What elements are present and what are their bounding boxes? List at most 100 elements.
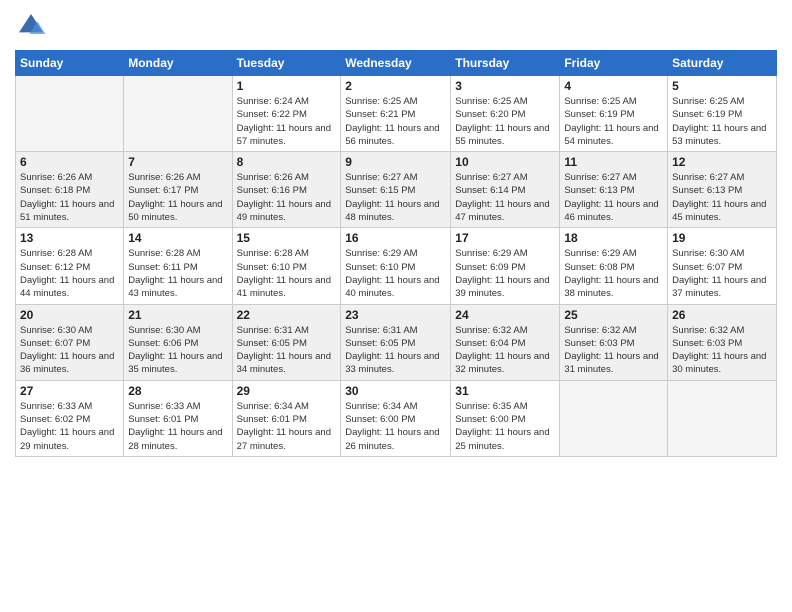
calendar-day: 4 Sunrise: 6:25 AMSunset: 6:19 PMDaylight… [560,76,668,152]
day-number: 26 [672,308,772,322]
day-info: Sunrise: 6:30 AMSunset: 6:07 PMDaylight:… [672,247,772,300]
calendar-day: 1 Sunrise: 6:24 AMSunset: 6:22 PMDaylight… [232,76,341,152]
calendar-day: 26 Sunrise: 6:32 AMSunset: 6:03 PMDayligh… [668,304,777,380]
day-number: 24 [455,308,555,322]
calendar-header-saturday: Saturday [668,51,777,76]
calendar-day: 20 Sunrise: 6:30 AMSunset: 6:07 PMDayligh… [16,304,124,380]
calendar-day: 13 Sunrise: 6:28 AMSunset: 6:12 PMDayligh… [16,228,124,304]
calendar-header-wednesday: Wednesday [341,51,451,76]
day-info: Sunrise: 6:28 AMSunset: 6:12 PMDaylight:… [20,247,119,300]
calendar-day: 11Sunrise: 6:27 AMSunset: 6:13 PMDayligh… [560,152,668,228]
day-info: Sunrise: 6:25 AMSunset: 6:21 PMDaylight:… [345,95,446,148]
calendar-day: 7 Sunrise: 6:26 AMSunset: 6:17 PMDaylight… [124,152,232,228]
logo-icon [15,10,47,42]
day-info: Sunrise: 6:24 AMSunset: 6:22 PMDaylight:… [237,95,337,148]
day-info: Sunrise: 6:27 AMSunset: 6:15 PMDaylight:… [345,171,446,224]
day-info: Sunrise: 6:25 AMSunset: 6:20 PMDaylight:… [455,95,555,148]
calendar-day: 5 Sunrise: 6:25 AMSunset: 6:19 PMDaylight… [668,76,777,152]
calendar-day [16,76,124,152]
day-info: Sunrise: 6:27 AMSunset: 6:14 PMDaylight:… [455,171,555,224]
calendar-day [560,380,668,456]
day-number: 13 [20,231,119,245]
day-number: 15 [237,231,337,245]
calendar-day: 9 Sunrise: 6:27 AMSunset: 6:15 PMDaylight… [341,152,451,228]
calendar-day: 21Sunrise: 6:30 AMSunset: 6:06 PMDayligh… [124,304,232,380]
calendar-day: 12 Sunrise: 6:27 AMSunset: 6:13 PMDayligh… [668,152,777,228]
day-info: Sunrise: 6:28 AMSunset: 6:10 PMDaylight:… [237,247,337,300]
day-number: 20 [20,308,119,322]
day-info: Sunrise: 6:32 AMSunset: 6:03 PMDaylight:… [672,324,772,377]
calendar-day: 25 Sunrise: 6:32 AMSunset: 6:03 PMDayligh… [560,304,668,380]
day-info: Sunrise: 6:27 AMSunset: 6:13 PMDaylight:… [672,171,772,224]
day-number: 18 [564,231,663,245]
day-info: Sunrise: 6:33 AMSunset: 6:01 PMDaylight:… [128,400,227,453]
calendar-day: 23Sunrise: 6:31 AMSunset: 6:05 PMDayligh… [341,304,451,380]
calendar-day: 16Sunrise: 6:29 AMSunset: 6:10 PMDayligh… [341,228,451,304]
calendar-day: 2 Sunrise: 6:25 AMSunset: 6:21 PMDaylight… [341,76,451,152]
calendar-day: 22 Sunrise: 6:31 AMSunset: 6:05 PMDayligh… [232,304,341,380]
day-number: 14 [128,231,227,245]
day-number: 1 [237,79,337,93]
day-info: Sunrise: 6:26 AMSunset: 6:18 PMDaylight:… [20,171,119,224]
day-number: 30 [345,384,446,398]
day-info: Sunrise: 6:33 AMSunset: 6:02 PMDaylight:… [20,400,119,453]
day-number: 19 [672,231,772,245]
day-info: Sunrise: 6:35 AMSunset: 6:00 PMDaylight:… [455,400,555,453]
calendar-day: 30Sunrise: 6:34 AMSunset: 6:00 PMDayligh… [341,380,451,456]
calendar-day: 18 Sunrise: 6:29 AMSunset: 6:08 PMDayligh… [560,228,668,304]
calendar-day: 6Sunrise: 6:26 AMSunset: 6:18 PMDaylight… [16,152,124,228]
day-number: 25 [564,308,663,322]
day-number: 31 [455,384,555,398]
day-number: 16 [345,231,446,245]
calendar-table: SundayMondayTuesdayWednesdayThursdayFrid… [15,50,777,457]
calendar-day: 27 Sunrise: 6:33 AMSunset: 6:02 PMDayligh… [16,380,124,456]
day-number: 9 [345,155,446,169]
calendar-day: 14Sunrise: 6:28 AMSunset: 6:11 PMDayligh… [124,228,232,304]
page: SundayMondayTuesdayWednesdayThursdayFrid… [0,0,792,612]
day-info: Sunrise: 6:25 AMSunset: 6:19 PMDaylight:… [564,95,663,148]
day-info: Sunrise: 6:25 AMSunset: 6:19 PMDaylight:… [672,95,772,148]
day-info: Sunrise: 6:29 AMSunset: 6:08 PMDaylight:… [564,247,663,300]
day-info: Sunrise: 6:30 AMSunset: 6:07 PMDaylight:… [20,324,119,377]
day-number: 12 [672,155,772,169]
calendar-header-thursday: Thursday [451,51,560,76]
calendar-day: 19 Sunrise: 6:30 AMSunset: 6:07 PMDayligh… [668,228,777,304]
calendar-header-row: SundayMondayTuesdayWednesdayThursdayFrid… [16,51,777,76]
day-number: 8 [237,155,337,169]
calendar-day: 15 Sunrise: 6:28 AMSunset: 6:10 PMDayligh… [232,228,341,304]
day-info: Sunrise: 6:32 AMSunset: 6:03 PMDaylight:… [564,324,663,377]
day-info: Sunrise: 6:31 AMSunset: 6:05 PMDaylight:… [237,324,337,377]
calendar-day: 10 Sunrise: 6:27 AMSunset: 6:14 PMDayligh… [451,152,560,228]
calendar-header-monday: Monday [124,51,232,76]
calendar-week-row: 1 Sunrise: 6:24 AMSunset: 6:22 PMDaylight… [16,76,777,152]
day-info: Sunrise: 6:34 AMSunset: 6:01 PMDaylight:… [237,400,337,453]
day-number: 5 [672,79,772,93]
calendar-week-row: 20 Sunrise: 6:30 AMSunset: 6:07 PMDayligh… [16,304,777,380]
calendar-day: 29 Sunrise: 6:34 AMSunset: 6:01 PMDayligh… [232,380,341,456]
day-number: 2 [345,79,446,93]
day-number: 10 [455,155,555,169]
calendar-day [124,76,232,152]
day-number: 29 [237,384,337,398]
calendar-day: 24Sunrise: 6:32 AMSunset: 6:04 PMDayligh… [451,304,560,380]
calendar-header-tuesday: Tuesday [232,51,341,76]
day-number: 27 [20,384,119,398]
calendar-day: 28 Sunrise: 6:33 AMSunset: 6:01 PMDayligh… [124,380,232,456]
day-info: Sunrise: 6:26 AMSunset: 6:16 PMDaylight:… [237,171,337,224]
day-number: 22 [237,308,337,322]
day-info: Sunrise: 6:30 AMSunset: 6:06 PMDaylight:… [128,324,227,377]
calendar-day: 8 Sunrise: 6:26 AMSunset: 6:16 PMDaylight… [232,152,341,228]
day-number: 17 [455,231,555,245]
calendar-day: 17 Sunrise: 6:29 AMSunset: 6:09 PMDayligh… [451,228,560,304]
logo [15,10,51,42]
calendar-day: 3Sunrise: 6:25 AMSunset: 6:20 PMDaylight… [451,76,560,152]
day-info: Sunrise: 6:31 AMSunset: 6:05 PMDaylight:… [345,324,446,377]
day-number: 7 [128,155,227,169]
calendar-header-friday: Friday [560,51,668,76]
calendar-day: 31 Sunrise: 6:35 AMSunset: 6:00 PMDayligh… [451,380,560,456]
calendar-week-row: 13 Sunrise: 6:28 AMSunset: 6:12 PMDayligh… [16,228,777,304]
day-number: 28 [128,384,227,398]
day-info: Sunrise: 6:26 AMSunset: 6:17 PMDaylight:… [128,171,227,224]
day-number: 4 [564,79,663,93]
day-info: Sunrise: 6:29 AMSunset: 6:09 PMDaylight:… [455,247,555,300]
